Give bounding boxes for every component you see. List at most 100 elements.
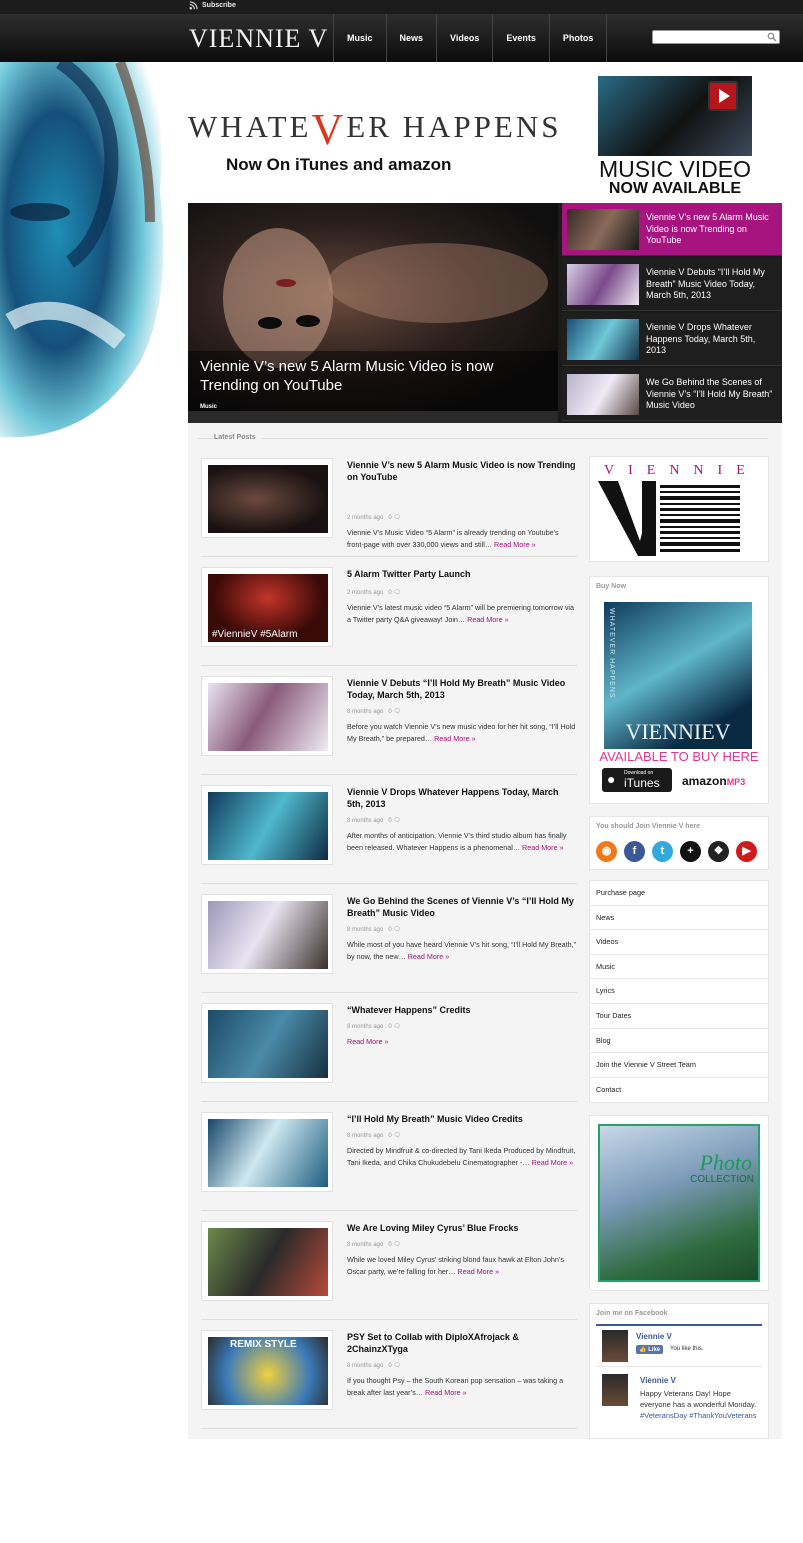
photo-collection-image[interactable]: Photo COLLECTION xyxy=(598,1124,760,1282)
slider-item[interactable]: Viennie V’s new 5 Alarm Music Video is n… xyxy=(562,203,782,256)
post-title[interactable]: Viennie V Debuts “I’ll Hold My Breath” M… xyxy=(347,677,577,701)
facebook-glyph: f xyxy=(632,845,637,857)
post-title[interactable]: Viennie V’s new 5 Alarm Music Video is n… xyxy=(347,459,577,483)
slider-item[interactable]: Viennie V Drops Whatever Happens Today, … xyxy=(562,313,782,366)
widget-title: Buy Now xyxy=(596,583,626,590)
menu-tour-dates[interactable]: Tour Dates xyxy=(590,1004,768,1029)
read-more-link[interactable]: Read More » xyxy=(408,952,450,961)
plus-icon[interactable]: + xyxy=(680,841,701,862)
menu-videos[interactable]: Videos xyxy=(590,930,768,955)
post-excerpt-text: While most of you have heard Viennie V’s… xyxy=(347,940,577,961)
comment-count[interactable]: 0 xyxy=(388,818,391,824)
read-more-link[interactable]: Read More » xyxy=(434,734,476,743)
post-excerpt-text: Viennie V’s latest music video “5 Alarm”… xyxy=(347,603,575,624)
slider-item[interactable]: We Go Behind the Scenes of Viennie V’s “… xyxy=(562,368,782,421)
thumb-caption: #ViennieV #5Alarm xyxy=(212,629,298,640)
post-thumbnail[interactable] xyxy=(201,894,333,974)
nav-photos[interactable]: Photos xyxy=(548,14,608,62)
nav-events[interactable]: Events xyxy=(492,14,549,62)
post-thumbnail[interactable] xyxy=(201,676,333,756)
itunes-button[interactable]: ● Download on iTunes xyxy=(602,768,672,792)
post-thumbnail[interactable] xyxy=(201,1221,333,1301)
menu-blog[interactable]: Blog xyxy=(590,1029,768,1054)
post-date: 8 months ago xyxy=(347,1242,384,1248)
nav-music[interactable]: Music xyxy=(333,14,386,62)
post-thumbnail[interactable] xyxy=(201,1003,333,1083)
read-more-link[interactable]: Read More » xyxy=(532,1158,574,1167)
read-more-link[interactable]: Read More » xyxy=(347,1037,389,1046)
read-more-link[interactable]: Read More » xyxy=(494,540,536,549)
read-more-link[interactable]: Read More » xyxy=(467,615,509,624)
post-title[interactable]: Viennie V Drops Whatever Happens Today, … xyxy=(347,786,577,810)
myspace-icon[interactable]: ❖ xyxy=(708,841,729,862)
comment-icon: 🗨 xyxy=(393,515,402,521)
menu-purchase-page[interactable]: Purchase page xyxy=(590,881,768,906)
fb-page-avatar[interactable] xyxy=(602,1330,628,1362)
slide-category[interactable]: Music xyxy=(200,404,217,410)
play-icon[interactable] xyxy=(708,81,738,111)
slider-item[interactable]: Viennie V Debuts “I’ll Hold My Breath” M… xyxy=(562,258,782,311)
post-thumbnail[interactable] xyxy=(201,1112,333,1192)
post-item: Viennie V Drops Whatever Happens Today, … xyxy=(201,775,577,884)
post-title[interactable]: 5 Alarm Twitter Party Launch xyxy=(347,568,577,580)
facebook-icon[interactable]: f xyxy=(624,841,645,862)
fb-page-name[interactable]: Viennie V xyxy=(636,1332,672,1341)
post-thumbnail[interactable] xyxy=(201,458,333,538)
post-title[interactable]: We Are Loving Miley Cyrus’ Blue Frocks xyxy=(347,1222,577,1234)
post-title[interactable]: “I’ll Hold My Breath” Music Video Credit… xyxy=(347,1113,577,1125)
twitter-icon[interactable]: t xyxy=(652,841,673,862)
read-more-link[interactable]: Read More » xyxy=(458,1267,500,1276)
fb-like-button[interactable]: 👍 Like xyxy=(636,1345,664,1354)
menu-street-team[interactable]: Join the Viennie V Street Team xyxy=(590,1053,768,1078)
comment-count[interactable]: 0 xyxy=(388,515,391,521)
slide-title[interactable]: Viennie V’s new 5 Alarm Music Video is n… xyxy=(200,357,520,395)
fb-post-tags[interactable]: #VeteransDay #ThankYouVeterans xyxy=(640,1411,756,1420)
post-thumbnail[interactable] xyxy=(201,785,333,865)
read-more-link[interactable]: Read More » xyxy=(425,1388,467,1397)
post-date: 8 months ago xyxy=(347,818,384,824)
search-input[interactable] xyxy=(652,30,780,44)
viennie-logo-widget[interactable]: VIENNIE xyxy=(589,456,769,562)
post-date: 2 months ago xyxy=(347,590,384,596)
fb-you-like: You like this. xyxy=(670,1346,704,1352)
comment-count[interactable]: 0 xyxy=(388,1242,391,1248)
comment-count[interactable]: 0 xyxy=(388,927,391,933)
post-title[interactable]: PSY Set to Collab with DiploXAfrojack & … xyxy=(347,1331,577,1355)
comment-count[interactable]: 0 xyxy=(388,1024,391,1030)
album-cover[interactable]: WHATEVER HAPPENS VIENNIEV xyxy=(604,602,752,749)
read-more-link[interactable]: Read More » xyxy=(522,843,564,852)
post-thumbnail[interactable]: REMIX STYLE xyxy=(201,1330,333,1410)
fb-post-text: Happy Veterans Day! Hope everyone has a … xyxy=(640,1388,762,1421)
amazon-mp3-button[interactable]: amazonMP3 xyxy=(682,772,752,792)
slider-item-title: Viennie V’s new 5 Alarm Music Video is n… xyxy=(646,212,769,245)
comment-count[interactable]: 0 xyxy=(388,709,391,715)
post-item: Viennie V’s new 5 Alarm Music Video is n… xyxy=(201,448,577,557)
menu-contact[interactable]: Contact xyxy=(590,1078,768,1103)
post-excerpt: Viennie V’s Music Video “5 Alarm” is alr… xyxy=(347,527,577,550)
nav-news[interactable]: News xyxy=(385,14,437,62)
site-logo[interactable]: VIENNIE V xyxy=(189,24,328,54)
post-title[interactable]: We Go Behind the Scenes of Viennie V’s “… xyxy=(347,895,577,919)
menu-lyrics[interactable]: Lyrics xyxy=(590,979,768,1004)
menu-music[interactable]: Music xyxy=(590,955,768,980)
post-item: We Go Behind the Scenes of Viennie V’s “… xyxy=(201,884,577,993)
comment-count[interactable]: 0 xyxy=(388,590,391,596)
rss-icon[interactable]: ◉ xyxy=(596,841,617,862)
album-cta[interactable]: AVAILABLE TO BUY HERE xyxy=(590,749,768,764)
search-icon[interactable] xyxy=(767,32,777,42)
nav-videos[interactable]: Videos xyxy=(436,14,492,62)
post-item: “Whatever Happens” Credits 8 months ago … xyxy=(201,993,577,1102)
menu-news[interactable]: News xyxy=(590,906,768,931)
comment-count[interactable]: 0 xyxy=(388,1133,391,1139)
album-banner[interactable]: WHATEVER HAPPENS Now On iTunes and amazo… xyxy=(188,75,578,195)
comment-count[interactable]: 0 xyxy=(388,1363,391,1369)
fb-post-name[interactable]: Viennie V xyxy=(640,1376,676,1385)
post-excerpt: After months of anticipation, Viennie V’… xyxy=(347,830,577,853)
photo-collection-widget[interactable]: Photo COLLECTION xyxy=(589,1115,769,1291)
post-title[interactable]: “Whatever Happens” Credits xyxy=(347,1004,577,1016)
post-thumbnail[interactable]: #ViennieV #5Alarm xyxy=(201,567,333,647)
music-video-promo[interactable]: MUSIC VIDEO NOW AVAILABLE xyxy=(594,76,756,198)
fb-post-avatar[interactable] xyxy=(602,1374,628,1406)
subscribe-link[interactable]: Subscribe xyxy=(189,1,236,10)
youtube-icon[interactable]: ▶ xyxy=(736,841,757,862)
